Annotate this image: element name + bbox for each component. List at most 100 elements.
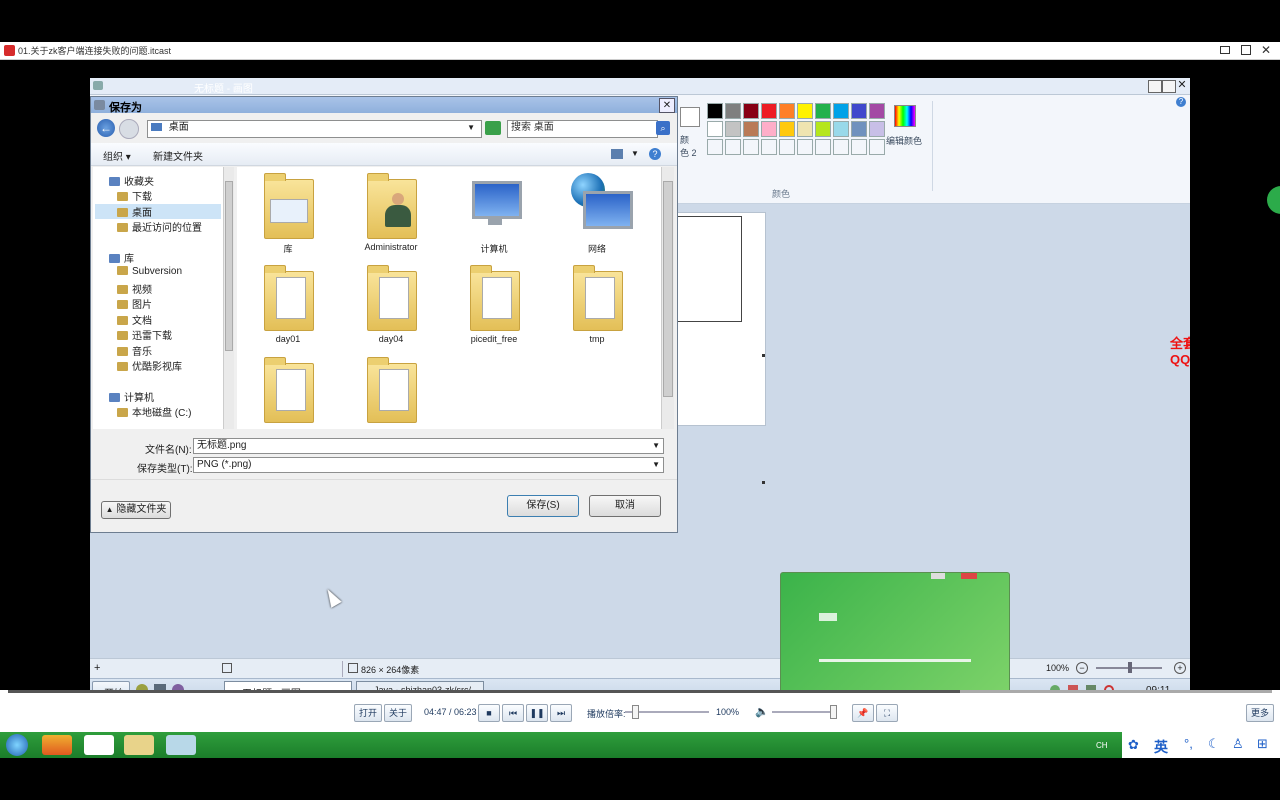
color-swatch[interactable]	[779, 121, 795, 137]
paint-close-icon[interactable]: ✕	[1176, 79, 1188, 91]
color-swatch[interactable]	[743, 139, 759, 155]
color-swatch[interactable]	[779, 103, 795, 119]
color-swatch[interactable]	[815, 121, 831, 137]
color-swatch[interactable]	[833, 139, 849, 155]
color-swatch[interactable]	[851, 103, 867, 119]
nav-item[interactable]: Subversion	[117, 265, 182, 277]
filename-input[interactable]: 无标题.png ▼	[193, 438, 664, 454]
player-taskbar-icon[interactable]	[84, 735, 114, 755]
color-swatch[interactable]	[761, 103, 777, 119]
restore-icon[interactable]	[1241, 45, 1251, 55]
color-swatch[interactable]	[833, 103, 849, 119]
color-swatch[interactable]	[761, 139, 777, 155]
color-swatch[interactable]	[725, 121, 741, 137]
color-swatch[interactable]	[743, 103, 759, 119]
volume-slider-thumb[interactable]	[830, 705, 837, 719]
nav-item[interactable]: 下载	[117, 188, 152, 203]
color2-swatch[interactable]	[680, 107, 700, 127]
nav-item[interactable]: 桌面	[95, 203, 221, 219]
chevron-down-icon[interactable]: ▼	[467, 121, 475, 135]
color-swatch[interactable]	[797, 139, 813, 155]
search-input[interactable]: 搜索 桌面	[507, 120, 658, 138]
file-item[interactable]: 库	[243, 169, 333, 255]
side-badge-icon[interactable]	[1267, 186, 1280, 214]
help-icon[interactable]: ?	[649, 148, 661, 160]
explorer-taskbar-icon[interactable]	[124, 735, 154, 755]
color-swatch[interactable]	[707, 121, 723, 137]
pause-button[interactable]: ❚❚	[526, 704, 548, 722]
filetype-select[interactable]: PNG (*.png) ▼	[193, 457, 664, 473]
color-swatch[interactable]	[761, 121, 777, 137]
grid-icon[interactable]: ⊞	[1257, 736, 1268, 752]
new-folder-button[interactable]: 新建文件夹	[153, 148, 203, 163]
color-swatch[interactable]	[725, 139, 741, 155]
forward-icon[interactable]	[119, 119, 139, 139]
file-item[interactable]: 网络	[552, 169, 642, 255]
organize-button[interactable]: 组织 ▾	[103, 148, 131, 163]
chevron-down-icon[interactable]: ▼	[652, 439, 660, 453]
file-scroll-thumb[interactable]	[663, 181, 673, 397]
about-button[interactable]: 关于	[384, 704, 413, 722]
file-item[interactable]: picedit_free	[449, 261, 539, 344]
file-scrollbar[interactable]	[661, 167, 674, 429]
file-item[interactable]: day01	[243, 261, 333, 344]
color-swatch[interactable]	[725, 103, 741, 119]
color-swatch[interactable]	[797, 103, 813, 119]
file-item[interactable]	[243, 353, 333, 426]
fullscreen-button[interactable]: ⛶	[876, 704, 898, 722]
floating-preview-window[interactable]	[780, 572, 1010, 702]
dialog-close-icon[interactable]: ✕	[659, 98, 675, 113]
ime-mode[interactable]: 英	[1154, 737, 1168, 757]
paint-maximize-icon[interactable]	[1162, 80, 1176, 93]
nav-item[interactable]: 图片	[117, 296, 152, 311]
color-swatch[interactable]	[797, 121, 813, 137]
file-item[interactable]: Administrator	[346, 169, 436, 252]
view-dropdown-icon[interactable]: ▼	[631, 149, 639, 158]
color-swatch[interactable]	[707, 139, 723, 155]
canvas-resize-corner[interactable]	[762, 481, 765, 484]
paw-icon[interactable]: ✿	[1128, 737, 1139, 753]
nav-item[interactable]: 本地磁盘 (C:)	[117, 404, 191, 419]
language-indicator[interactable]: CH	[1096, 741, 1108, 750]
color-swatch[interactable]	[869, 139, 885, 155]
windows-start-icon[interactable]	[6, 734, 28, 756]
color-swatch[interactable]	[815, 103, 831, 119]
popup-minimize-icon[interactable]	[931, 573, 945, 579]
close-icon[interactable]: ✕	[1261, 43, 1271, 57]
speed-slider-thumb[interactable]	[632, 705, 639, 719]
file-item[interactable]: day04	[346, 261, 436, 344]
nav-item[interactable]: 迅雷下载	[117, 327, 172, 342]
refresh-icon[interactable]	[485, 121, 501, 135]
volume-icon[interactable]: 🔈	[755, 705, 769, 718]
popup-close-icon[interactable]	[961, 573, 977, 579]
nav-scroll-thumb[interactable]	[225, 181, 233, 351]
color-swatch[interactable]	[833, 121, 849, 137]
user-icon[interactable]: ♙	[1232, 736, 1244, 752]
color-swatch[interactable]	[815, 139, 831, 155]
file-item[interactable]: tmp	[552, 261, 642, 344]
canvas-resize-handle[interactable]	[762, 354, 765, 357]
nav-item[interactable]: 库	[109, 250, 134, 265]
color-swatch[interactable]	[851, 139, 867, 155]
cancel-button[interactable]: 取消	[589, 495, 661, 517]
punctuation-icon[interactable]: °,	[1184, 736, 1193, 751]
color-swatch[interactable]	[707, 103, 723, 119]
moon-icon[interactable]: ☾	[1208, 736, 1220, 752]
nav-item[interactable]: 最近访问的位置	[117, 219, 202, 234]
save-button[interactable]: 保存(S)	[507, 495, 579, 517]
browser-taskbar-icon[interactable]	[42, 735, 72, 755]
minimize-icon[interactable]	[1220, 46, 1230, 54]
color-swatch[interactable]	[743, 121, 759, 137]
volume-slider[interactable]	[772, 711, 836, 713]
view-icon[interactable]	[611, 149, 623, 159]
prev-button[interactable]: ⏮	[502, 704, 524, 722]
color-swatch[interactable]	[779, 139, 795, 155]
pin-button[interactable]: 📌	[852, 704, 874, 722]
nav-scrollbar[interactable]	[223, 167, 234, 429]
hide-folders-button[interactable]: ▲ 隐藏文件夹	[101, 501, 171, 519]
edit-colors-icon[interactable]	[894, 105, 916, 127]
stop-button[interactable]: ■	[478, 704, 500, 722]
more-button[interactable]: 更多	[1246, 704, 1275, 722]
zoom-in-icon[interactable]: +	[1174, 662, 1186, 674]
paint-taskbar-icon[interactable]	[166, 735, 196, 755]
